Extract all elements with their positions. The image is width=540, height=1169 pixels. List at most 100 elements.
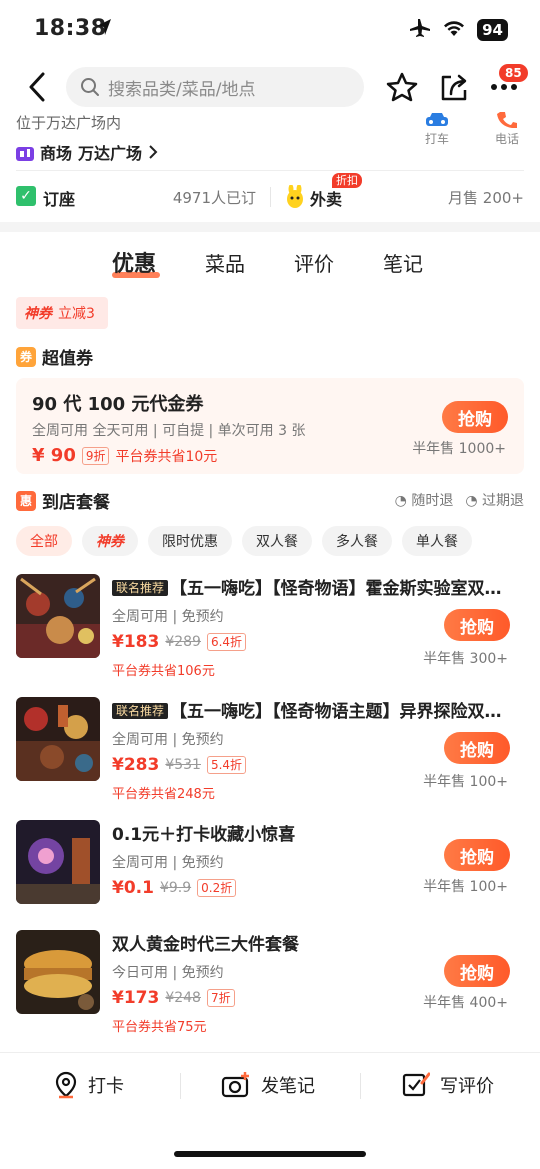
buy-button[interactable]: 抢购 [444,732,510,764]
chip-single[interactable]: 单人餐 [402,526,472,556]
checkin-button[interactable]: 打卡 [54,1071,124,1099]
deal-price-row: ¥183 ¥289 6.4折 [112,632,247,652]
booking-label[interactable]: 订座 [43,186,75,210]
favorite-button[interactable] [384,70,420,104]
buy-button[interactable]: 抢购 [442,401,508,433]
deal-availability: 全周可用 | 免预约 [112,855,224,871]
deal-title-text: 【五一嗨吃】【怪奇物语主题】异界探险双人套餐 [170,702,518,722]
voucher-price-row: ¥ 90 9折 平台券共省10元 [32,445,217,466]
top-nav-bar: 搜索品类/菜品/地点 [0,62,540,112]
deal-availability: 全周可用 | 免预约 [112,609,224,625]
taxi-button[interactable]: 打车 [417,112,457,147]
divider [180,1073,181,1099]
deal-availability: 全周可用 | 免预约 [112,732,224,748]
tab-offers[interactable]: 优惠 [112,246,156,278]
shenquan-promo[interactable]: 神券 立减3 [16,297,108,329]
deal-original-price: ¥248 [165,990,201,1006]
post-note-label: 发笔记 [261,1076,315,1097]
divider [270,187,271,207]
phone-button[interactable]: 电话 [487,112,527,147]
deal-title-text: 双人黄金时代三大件套餐 [112,935,299,955]
mall-name: 万达广场 [78,144,143,163]
post-note-button[interactable]: 发笔记 [221,1071,315,1099]
deal-title: 联名推荐 【五一嗨吃】【怪奇物语主题】异界探险双人套餐 [112,697,518,722]
voucher-title: 90 代 100 元代金券 [32,394,204,415]
discount-tag: 5.4折 [206,756,247,774]
voucher-card[interactable]: 90 代 100 元代金券 全周可用 全天可用 | 可自提 | 单次可用 3 张… [16,378,524,474]
voucher-icon: 券 [16,346,36,367]
deal-price: ¥173 [112,988,160,1008]
deal-title: 双人黄金时代三大件套餐 [112,930,518,955]
deal-title-text: 【五一嗨吃】【怪奇物语】霍金斯实验室双人套餐 [170,579,518,599]
deal-image [16,820,100,904]
deal-price-row: ¥173 ¥248 7折 [112,988,235,1008]
voucher-price: ¥ 90 [32,445,76,466]
deal-image [16,574,100,658]
buy-button[interactable]: 抢购 [444,839,510,871]
more-dots-icon [491,84,517,90]
write-review-label: 写评价 [440,1076,494,1097]
write-review-button[interactable]: 写评价 [402,1071,494,1099]
deal-original-price: ¥289 [165,634,201,650]
location-pin-icon [55,1071,77,1099]
buy-button[interactable]: 抢购 [444,955,510,987]
deal-item[interactable]: 双人黄金时代三大件套餐 今日可用 | 免预约 ¥173 ¥248 7折 平台券共… [16,930,524,1040]
search-icon [81,78,99,96]
deal-item[interactable]: 联名推荐 【五一嗨吃】【怪奇物语主题】异界探险双人套餐 全周可用 | 免预约 ¥2… [16,697,524,807]
chip-shenquan[interactable]: 神券 [82,526,138,556]
tab-notes[interactable]: 笔记 [383,248,423,277]
sold-count: 半年售 1000+ [412,441,506,457]
check-circle-icon: ◔ [465,493,482,509]
share-button[interactable] [436,70,472,104]
checkin-label: 打卡 [88,1076,124,1097]
takeout-icon [285,184,305,213]
mall-link[interactable]: 商场 万达广场 [16,140,158,164]
location-arrow-icon [96,18,112,40]
collab-tag: 联名推荐 [112,580,169,596]
tab-reviews[interactable]: 评价 [294,248,334,277]
discount-tag: 9折 [81,446,110,465]
sold-count: 半年售 100+ [423,774,508,790]
discount-tag: 0.2折 [197,879,237,897]
bottom-action-bar: 打卡 发笔记 写评价 [0,1052,540,1120]
deal-image [16,930,100,1014]
sold-count: 半年售 100+ [423,879,508,895]
deal-item[interactable]: 0.1元＋打卡收藏小惊喜 全周可用 | 免预约 ¥0.1 ¥9.9 0.2折 抢… [16,820,524,930]
battery-indicator: 94 [477,19,508,41]
back-button[interactable] [22,70,52,104]
notification-badge: 85 [499,64,528,82]
mall-icon [16,147,34,161]
chip-double[interactable]: 双人餐 [242,526,312,556]
status-icons: 94 [409,18,508,42]
deal-original-price: ¥531 [165,757,201,773]
deal-price: ¥283 [112,755,160,775]
booking-count: 4971人已订 [172,189,256,207]
edit-review-icon [402,1072,430,1097]
car-icon [426,113,448,126]
refund-anytime: ◔ 随时退 [395,490,454,510]
sold-count: 半年售 400+ [423,995,508,1011]
deal-price-row: ¥0.1 ¥9.9 0.2折 [112,878,237,898]
takeout-link[interactable]: 外卖 [310,186,342,210]
chip-group[interactable]: 多人餐 [322,526,392,556]
deal-price: ¥183 [112,632,160,652]
discount-tag: 7折 [206,989,235,1007]
refund-policy: ◔ 随时退 ◔ 过期退 [395,490,524,510]
chip-all[interactable]: 全部 [16,526,72,556]
deal-image [16,697,100,781]
tab-dishes[interactable]: 菜品 [205,248,245,277]
deal-item[interactable]: 联名推荐 【五一嗨吃】【怪奇物语】霍金斯实验室双人套餐 全周可用 | 免预约 ¥1… [16,574,524,684]
deal-section-title: 惠 到店套餐 [16,488,110,513]
voucher-save: 平台券共省10元 [115,448,218,465]
deal-price-row: ¥283 ¥531 5.4折 [112,755,247,775]
search-input[interactable]: 搜索品类/菜品/地点 [66,67,364,107]
filter-chips: 全部 神券 限时优惠 双人餐 多人餐 单人餐 [16,526,472,556]
section-title: 到店套餐 [42,493,110,513]
phone-icon [497,112,517,128]
buy-button[interactable]: 抢购 [444,609,510,641]
divider [16,170,524,171]
chevron-right-icon [149,145,158,159]
chip-limited[interactable]: 限时优惠 [148,526,232,556]
deal-title: 联名推荐 【五一嗨吃】【怪奇物语】霍金斯实验室双人套餐 [112,574,518,599]
deal-save: 平台券共省75元 [112,1020,207,1035]
